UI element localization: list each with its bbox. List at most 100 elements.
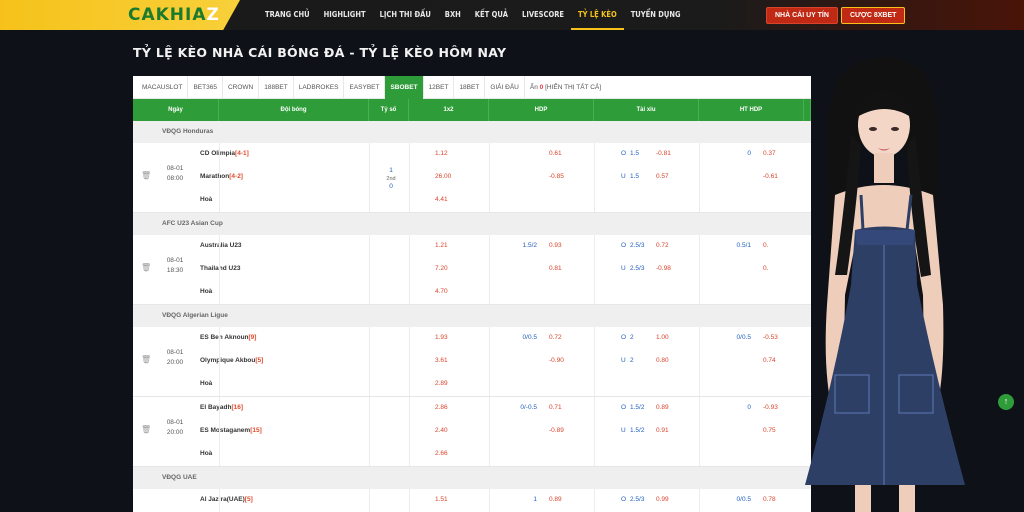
ou-label: U <box>621 173 626 180</box>
hide-filter[interactable]: Ẩn 0 [HIỂN THỊ TẤT CẢ] <box>525 76 606 99</box>
column-header: Đội bóng <box>219 99 369 121</box>
trash-icon[interactable]: 🗑 <box>141 171 151 180</box>
column-divider <box>219 143 220 212</box>
bookmaker-tab[interactable]: EASYBET <box>344 76 386 99</box>
ou-odds[interactable]: 1.00 <box>656 334 669 341</box>
top-navbar: CAKHIAZ TRANG CHỦ HIGHLIGHT LỊCH THI ĐẤU BX… <box>0 0 1024 30</box>
bet-8xbet-button[interactable]: CƯỢC 8XBET <box>841 7 906 24</box>
logo-area: CAKHIAZ <box>0 0 240 30</box>
odds-1x2[interactable]: 1.51 <box>435 496 448 503</box>
ou-label: O <box>621 404 627 411</box>
column-divider <box>219 489 220 512</box>
nav-item[interactable]: LỊCH THI ĐẤU <box>373 0 438 30</box>
hdp-odds[interactable]: 0.93 <box>549 242 562 249</box>
hdp-odds[interactable]: -0.90 <box>549 357 564 364</box>
ou-odds[interactable]: 0.72 <box>656 242 669 249</box>
hdp-odds[interactable]: 0.72 <box>549 334 562 341</box>
ou-odds[interactable]: 0.80 <box>656 357 669 364</box>
odds-1x2[interactable]: 2.86 <box>435 404 448 411</box>
nav-item[interactable]: HIGHLIGHT <box>317 0 373 30</box>
home-team[interactable]: Al Jazira(UAE)[5] <box>200 496 253 503</box>
column-divider <box>489 327 490 396</box>
column-divider <box>369 489 370 512</box>
bookmaker-tab[interactable]: LADBROKES <box>294 76 345 99</box>
ou-label: U <box>621 265 626 272</box>
odds-1x2[interactable]: 26.00 <box>435 173 451 180</box>
hdp-odds[interactable]: 0.61 <box>549 150 562 157</box>
match-row: 🗑 08-01 20:00 El Bayadh[16] ES Mostaganem[15… <box>133 397 811 467</box>
hdp-odds[interactable]: -0.89 <box>549 427 564 434</box>
trash-icon[interactable]: 🗑 <box>141 355 151 364</box>
odds-1x2[interactable]: 1.93 <box>435 334 448 341</box>
away-team[interactable]: Marathon[4-2] <box>200 173 243 180</box>
odds-1x2[interactable]: 1.12 <box>435 150 448 157</box>
score-home: 1 <box>389 167 393 174</box>
home-team[interactable]: CD Olimpia[4-1] <box>200 150 249 157</box>
ou-odds[interactable]: 0.99 <box>656 496 669 503</box>
match-row: 🗑 08-01 18:30 Australia U23 Thailand U23 Hoà 1… <box>133 235 811 305</box>
ou-odds[interactable]: 0.89 <box>656 404 669 411</box>
ou-odds[interactable]: 0.57 <box>656 173 669 180</box>
hdp-odds[interactable]: 0.89 <box>549 496 562 503</box>
home-team[interactable]: Australia U23 <box>200 242 242 249</box>
bookmaker-tab[interactable]: 18BET <box>454 76 486 99</box>
nav-item[interactable]: TỶ LỆ KÈO <box>571 0 624 30</box>
bookmaker-tab[interactable]: CROWN <box>223 76 260 99</box>
away-team[interactable]: Olympique Akbou[5] <box>200 357 263 364</box>
nav-item[interactable]: BXH <box>438 0 468 30</box>
bookmaker-tab[interactable]: GIẢI ĐẤU <box>485 76 525 99</box>
match-clock: 08:00 <box>166 175 184 182</box>
trash-icon[interactable]: 🗑 <box>141 425 151 434</box>
nav-item[interactable]: TUYỂN DỤNG <box>624 0 688 30</box>
odds-1x2[interactable]: 4.41 <box>435 196 448 203</box>
hdp-odds[interactable]: 0.81 <box>549 265 562 272</box>
scroll-top-button[interactable]: ↑ <box>998 394 1014 410</box>
score-period: 2nd <box>386 176 396 182</box>
home-team-rank: [5] <box>244 496 253 503</box>
match-clock: 20:00 <box>166 429 184 436</box>
bookmaker-tab[interactable]: MACAUSLOT <box>137 76 189 99</box>
ou-odds[interactable]: -0.81 <box>656 150 671 157</box>
show-all-link[interactable]: [HIỂN THỊ TẤT CẢ] <box>545 84 601 91</box>
home-team[interactable]: El Bayadh[16] <box>200 404 243 411</box>
trash-icon[interactable]: 🗑 <box>141 263 151 272</box>
odds-1x2[interactable]: 1.21 <box>435 242 448 249</box>
nav-item[interactable]: KẾT QUẢ <box>468 0 515 30</box>
bookmaker-tab[interactable]: 12BET <box>424 76 455 99</box>
column-divider <box>699 489 700 512</box>
away-team-rank: [5] <box>255 357 264 364</box>
away-team[interactable]: ES Mostaganem[15] <box>200 427 262 434</box>
odds-1x2[interactable]: 2.89 <box>435 380 448 387</box>
draw-label: Hoà <box>200 196 213 203</box>
ou-line: 1.5/2 <box>630 404 645 411</box>
odds-1x2[interactable]: 2.40 <box>435 427 448 434</box>
ou-label: U <box>621 357 626 364</box>
match-date: 08-01 <box>166 257 184 264</box>
hdp-odds[interactable]: -0.85 <box>549 173 564 180</box>
nav-item[interactable]: TRANG CHỦ <box>258 0 317 30</box>
arrow-up-icon: ↑ <box>1003 396 1009 406</box>
trusted-bookmaker-button[interactable]: NHÀ CÁI UY TÍN <box>766 7 838 24</box>
odds-1x2[interactable]: 4.70 <box>435 288 448 295</box>
ou-label: O <box>621 496 627 503</box>
odds-1x2[interactable]: 2.66 <box>435 450 448 457</box>
odds-1x2[interactable]: 7.20 <box>435 265 448 272</box>
ou-line: 2.5/3 <box>630 242 645 249</box>
home-team[interactable]: ES Ben Aknoun[9] <box>200 334 256 341</box>
match-date: 08-01 <box>166 419 184 426</box>
nav-item[interactable]: LIVESCORE <box>515 0 571 30</box>
draw-label: Hoà <box>200 380 213 387</box>
ou-odds[interactable]: 0.91 <box>656 427 669 434</box>
ht-hdp-line: 0/0.5 <box>736 334 751 341</box>
site-logo[interactable]: CAKHIAZ <box>128 5 220 25</box>
bookmaker-tabs: MACAUSLOT BET365 CROWN 188BET LADBROKES EASYB… <box>133 76 811 99</box>
bookmaker-tab[interactable]: SBOBET <box>385 76 424 99</box>
ou-odds[interactable]: -0.98 <box>656 265 671 272</box>
bookmaker-tab[interactable]: 188BET <box>259 76 294 99</box>
match-row: 🗑 08-01 20:00 ES Ben Aknoun[9] Olympique Akb… <box>133 327 811 397</box>
odds-1x2[interactable]: 3.61 <box>435 357 448 364</box>
hdp-odds[interactable]: 0.71 <box>549 404 562 411</box>
away-team[interactable]: Thailand U23 <box>200 265 240 272</box>
bookmaker-tab[interactable]: BET365 <box>188 76 223 99</box>
column-divider <box>369 235 370 304</box>
